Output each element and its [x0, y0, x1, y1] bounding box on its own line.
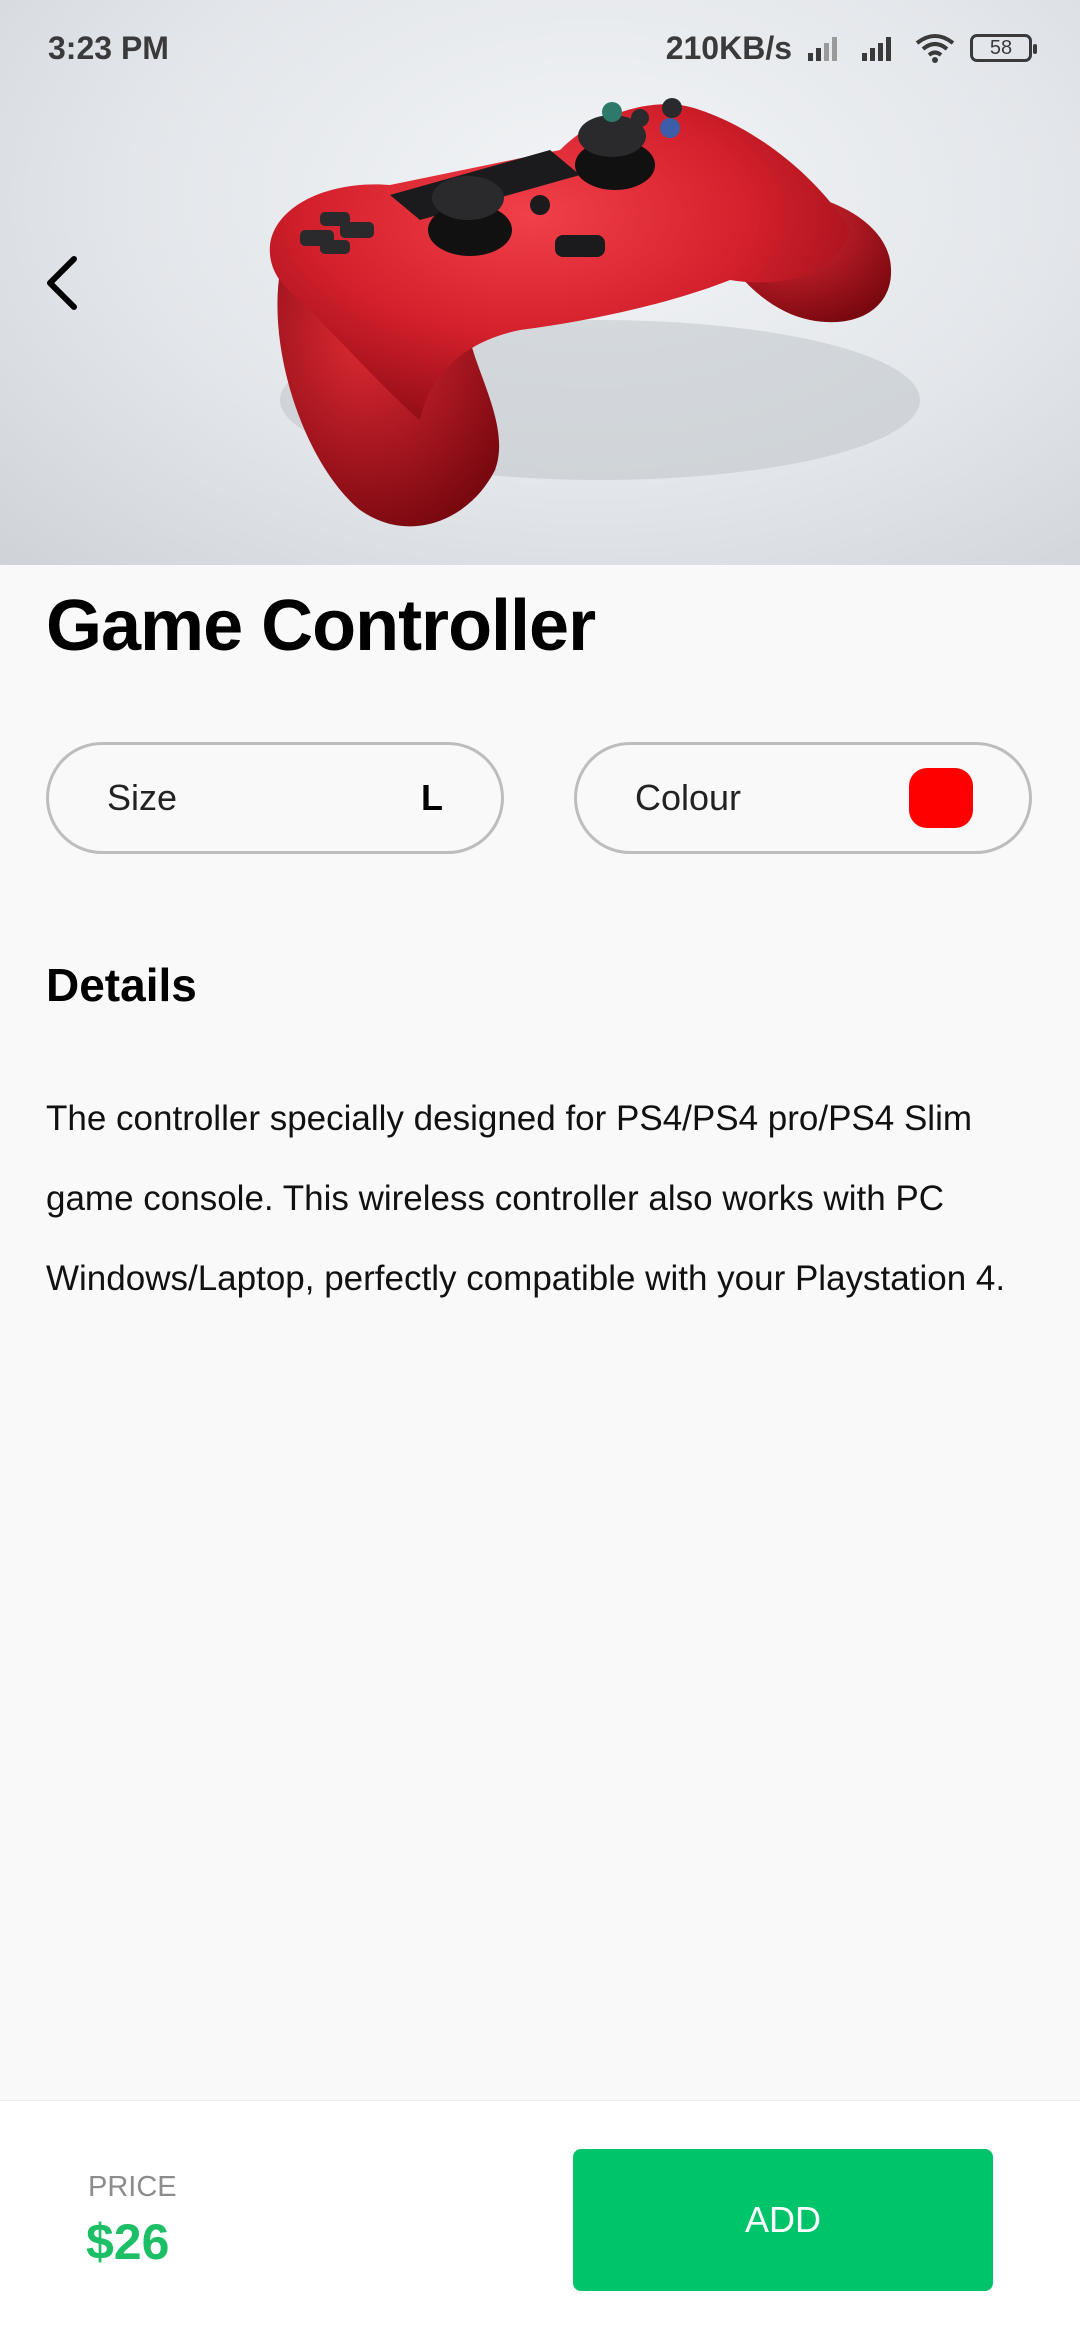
colour-swatch: [909, 768, 973, 828]
signal-icon: [808, 37, 837, 61]
add-button[interactable]: ADD: [573, 2149, 993, 2291]
size-value: L: [421, 777, 443, 818]
details-heading: Details: [46, 959, 197, 1011]
details-text: The controller specially designed for PS…: [46, 1099, 1006, 1298]
price-value: $26: [86, 2214, 170, 2270]
bottom-bar: PRICE $26 ADD: [0, 2100, 1080, 2341]
colour-label: Colour: [635, 777, 742, 818]
status-time: 3:23 PM: [48, 29, 169, 66]
product-title: Game Controller: [46, 586, 596, 666]
network-speed: 210KB/s: [665, 29, 792, 66]
wifi-icon: [915, 34, 955, 63]
chevron-left-icon: [47, 256, 77, 310]
status-indicators: 210KB/s 58: [665, 29, 1037, 67]
product-image: 3:23 PM 210KB/s 58: [0, 0, 1080, 565]
size-label: Size: [107, 777, 178, 818]
size-selector[interactable]: Size L: [46, 742, 504, 854]
status-bar: 3:23 PM 210KB/s 58: [0, 0, 1080, 96]
back-button[interactable]: [22, 238, 102, 328]
signal-icon: [862, 37, 891, 61]
battery-icon: 58: [970, 34, 1037, 62]
colour-selector[interactable]: Colour: [574, 742, 1032, 854]
price-label: PRICE: [88, 2171, 177, 2203]
battery-level: 58: [989, 36, 1013, 59]
